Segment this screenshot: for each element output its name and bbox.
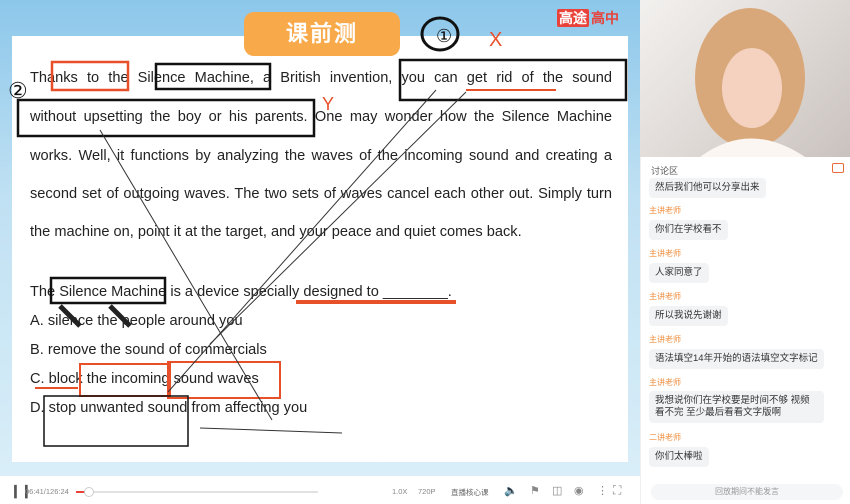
view-icon[interactable]: ◉ (574, 484, 584, 497)
black-box (398, 58, 628, 102)
black-box (16, 98, 316, 138)
progress-track[interactable] (76, 491, 318, 493)
red-box (50, 60, 130, 92)
mark-y: Y (322, 94, 334, 114)
fullscreen-icon[interactable]: ⛶ (613, 483, 621, 498)
chat-message: 主讲老师 我想说你们在学校要是时间不够 视频看不完 至少最后看看文字版啊 (649, 377, 824, 423)
chat-message: 主讲老师 你们在学校看不 (649, 205, 728, 240)
black-box (49, 276, 167, 305)
quality-button[interactable]: 720P (418, 487, 436, 496)
replay-notice: 回放期间不能发言 (651, 484, 843, 500)
mark-x: X (489, 29, 502, 51)
black-box (154, 62, 272, 91)
chat-message: 主讲老师 人家同意了 (649, 248, 709, 283)
core-lesson-button[interactable]: 直播核心课 (451, 487, 489, 498)
video-stage: 课前测 高途 高中 Thanks to the Silence Machine, … (0, 0, 640, 476)
red-box (79, 363, 171, 397)
speed-button[interactable]: 1.0X (392, 487, 407, 496)
arrow-line (199, 427, 343, 434)
chat-title: 讨论区 (651, 166, 679, 176)
bookmark-icon[interactable]: ⚑ (530, 484, 540, 497)
arrow-marks (58, 304, 132, 328)
red-box (167, 361, 281, 399)
volume-icon[interactable]: 🔈 (504, 484, 518, 497)
screenshot-icon[interactable]: ◫ (552, 484, 562, 497)
black-box (43, 395, 189, 447)
mark-2: ② (8, 78, 28, 103)
teacher-webcam (640, 0, 850, 157)
progress-handle[interactable] (83, 487, 94, 497)
handwriting-annotations: ① ② X Y (8, 16, 628, 447)
chat-settings-icon[interactable] (832, 163, 844, 173)
discussion-panel: 讨论区 然后我们他可以分享出来 主讲老师 你们在学校看不 主讲老师 人家同意了 主讲… (640, 157, 850, 504)
chat-message: 二讲老师 你们太棒啦 (649, 432, 709, 467)
mark-1: ① (436, 26, 452, 46)
player-controls: ❙❙ 06:41/126:24 1.0X 720P 直播核心课 🔈 ⚑ ◫ ◉ … (0, 476, 640, 504)
more-icon[interactable]: ⋮ (597, 484, 608, 497)
time-display: 06:41/126:24 (25, 487, 69, 496)
arrow-line (99, 129, 273, 421)
chat-message: 主讲老师 所以我说先谢谢 (649, 291, 728, 326)
chat-message: 然后我们他可以分享出来 (649, 177, 766, 198)
arrow-line (209, 91, 467, 345)
chat-message: 主讲老师 语法填空14年开始的语法填空文字标记 (649, 334, 824, 369)
teacher-avatar (695, 8, 805, 157)
